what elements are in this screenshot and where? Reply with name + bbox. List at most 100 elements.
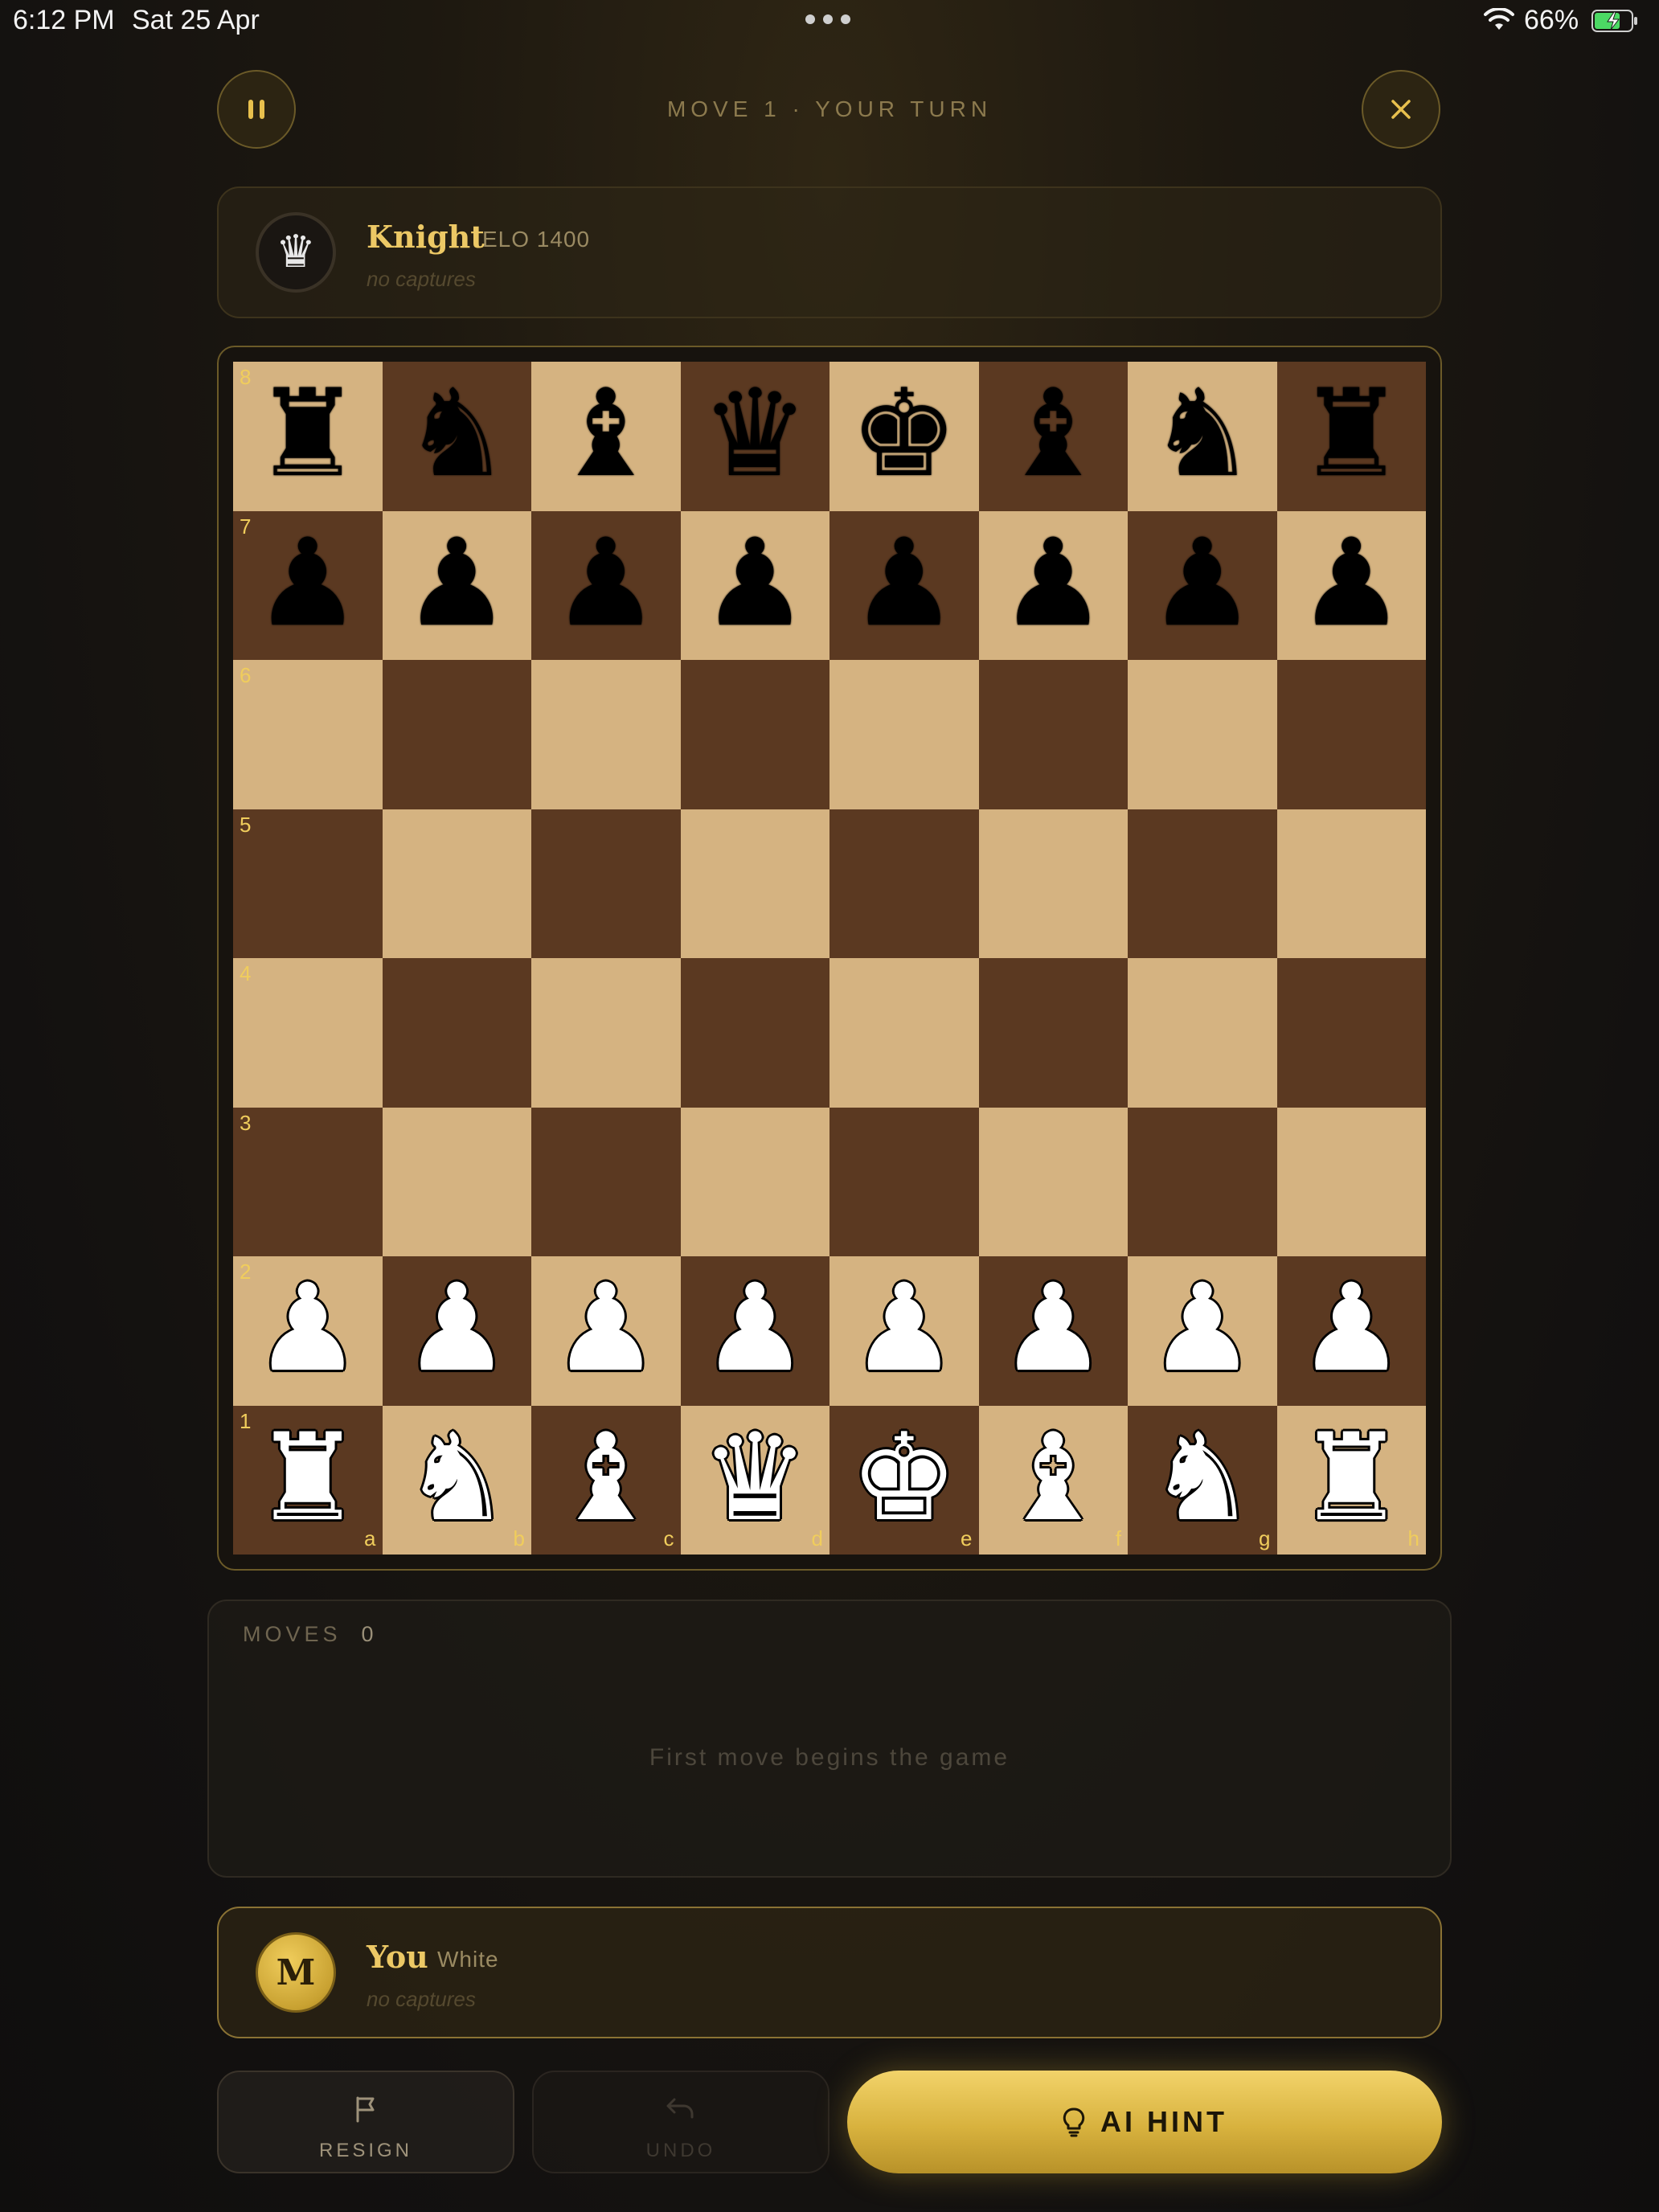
black-rook-icon[interactable]: ♜ bbox=[1277, 362, 1427, 511]
square-a5[interactable]: 5 bbox=[233, 809, 383, 958]
square-c8[interactable]: ♝ bbox=[531, 362, 681, 511]
square-c7[interactable]: ♟ bbox=[531, 510, 681, 661]
square-e2[interactable]: ♟ bbox=[830, 1256, 979, 1406]
square-a1[interactable]: 1 a ♜ bbox=[233, 1405, 383, 1555]
square-g7[interactable]: ♟ bbox=[1128, 510, 1277, 661]
square-g6[interactable] bbox=[1128, 660, 1277, 809]
square-b5[interactable] bbox=[382, 809, 531, 958]
square-c3[interactable] bbox=[531, 1107, 681, 1256]
square-f7[interactable]: ♟ bbox=[978, 510, 1129, 661]
square-c4[interactable] bbox=[531, 958, 681, 1108]
square-b7[interactable]: ♟ bbox=[382, 510, 532, 661]
white-pawn-icon[interactable]: ♟ bbox=[1128, 1256, 1277, 1406]
square-f4[interactable] bbox=[978, 958, 1128, 1108]
square-b8[interactable]: ♞ bbox=[382, 362, 531, 511]
square-e7[interactable]: ♟ bbox=[830, 510, 979, 661]
square-h8[interactable]: ♜ bbox=[1276, 362, 1427, 511]
square-b3[interactable] bbox=[382, 1107, 531, 1256]
white-knight-icon[interactable]: ♞ bbox=[383, 1406, 532, 1555]
square-b1[interactable]: b ♞ bbox=[382, 1405, 532, 1555]
square-e3[interactable] bbox=[830, 1107, 979, 1256]
square-f6[interactable] bbox=[978, 660, 1128, 809]
white-pawn-icon[interactable]: ♟ bbox=[1277, 1256, 1427, 1406]
square-g2[interactable]: ♟ bbox=[1128, 1256, 1277, 1406]
black-pawn-icon[interactable]: ♟ bbox=[383, 511, 532, 661]
square-a3[interactable]: 3 bbox=[233, 1107, 383, 1256]
white-rook-icon[interactable]: ♜ bbox=[233, 1406, 383, 1555]
square-h2[interactable]: ♟ bbox=[1276, 1256, 1427, 1406]
square-e4[interactable] bbox=[830, 958, 979, 1108]
square-c5[interactable] bbox=[531, 809, 681, 958]
black-king-icon[interactable]: ♚ bbox=[830, 362, 979, 511]
square-h4[interactable] bbox=[1276, 958, 1426, 1108]
square-g8[interactable]: ♞ bbox=[1128, 362, 1277, 511]
square-e5[interactable] bbox=[830, 809, 979, 958]
square-c1[interactable]: c ♝ bbox=[531, 1405, 681, 1555]
square-g1[interactable]: g ♞ bbox=[1128, 1405, 1277, 1555]
black-pawn-icon[interactable]: ♟ bbox=[531, 511, 681, 661]
black-knight-icon[interactable]: ♞ bbox=[1128, 362, 1277, 511]
resign-button[interactable]: RESIGN bbox=[217, 2071, 514, 2173]
square-b6[interactable] bbox=[382, 660, 531, 809]
white-king-icon[interactable]: ♚ bbox=[830, 1406, 979, 1555]
square-d5[interactable] bbox=[680, 809, 830, 958]
square-d1[interactable]: d ♛ bbox=[680, 1405, 830, 1555]
white-pawn-icon[interactable]: ♟ bbox=[979, 1256, 1129, 1406]
ai-hint-button[interactable]: AI HINT bbox=[847, 2071, 1442, 2173]
square-f1[interactable]: f ♝ bbox=[978, 1405, 1129, 1555]
square-h5[interactable] bbox=[1276, 809, 1426, 958]
black-pawn-icon[interactable]: ♟ bbox=[1128, 511, 1277, 661]
undo-button[interactable]: UNDO bbox=[532, 2071, 830, 2173]
square-c2[interactable]: ♟ bbox=[531, 1256, 681, 1406]
white-queen-icon[interactable]: ♛ bbox=[681, 1406, 830, 1555]
square-b2[interactable]: ♟ bbox=[382, 1256, 532, 1406]
square-g4[interactable] bbox=[1128, 958, 1277, 1108]
black-pawn-icon[interactable]: ♟ bbox=[681, 511, 830, 661]
white-pawn-icon[interactable]: ♟ bbox=[830, 1256, 979, 1406]
chess-board[interactable]: 8 ♜ ♞ ♝ ♛ ♚ ♝ ♞ ♜ 7 ♟ ♟ ♟ ♟ ♟ ♟ ♟ ♟ 6 5 4 3 2 ♟ ♟ ♟ ♟ ♟ ♟ ♟ ♟ 1 a ♜ b ♞ c ♝ d ♛… bbox=[233, 362, 1426, 1555]
black-pawn-icon[interactable]: ♟ bbox=[1277, 511, 1427, 661]
white-pawn-icon[interactable]: ♟ bbox=[531, 1256, 681, 1406]
square-f2[interactable]: ♟ bbox=[978, 1256, 1129, 1406]
black-bishop-icon[interactable]: ♝ bbox=[979, 362, 1129, 511]
square-h3[interactable] bbox=[1276, 1107, 1426, 1256]
black-pawn-icon[interactable]: ♟ bbox=[830, 511, 979, 661]
square-d7[interactable]: ♟ bbox=[680, 510, 830, 661]
square-d6[interactable] bbox=[680, 660, 830, 809]
square-f8[interactable]: ♝ bbox=[978, 362, 1129, 511]
black-pawn-icon[interactable]: ♟ bbox=[979, 511, 1129, 661]
square-e8[interactable]: ♚ bbox=[830, 362, 979, 511]
square-d2[interactable]: ♟ bbox=[680, 1256, 830, 1406]
square-a7[interactable]: 7 ♟ bbox=[233, 510, 383, 661]
square-d4[interactable] bbox=[680, 958, 830, 1108]
black-pawn-icon[interactable]: ♟ bbox=[233, 511, 383, 661]
square-f5[interactable] bbox=[978, 809, 1128, 958]
square-h7[interactable]: ♟ bbox=[1276, 510, 1427, 661]
black-bishop-icon[interactable]: ♝ bbox=[531, 362, 681, 511]
white-pawn-icon[interactable]: ♟ bbox=[681, 1256, 830, 1406]
square-a2[interactable]: 2 ♟ bbox=[233, 1256, 383, 1406]
square-g3[interactable] bbox=[1128, 1107, 1277, 1256]
square-a6[interactable]: 6 bbox=[233, 660, 383, 809]
white-bishop-icon[interactable]: ♝ bbox=[531, 1406, 681, 1555]
square-a8[interactable]: 8 ♜ bbox=[233, 362, 383, 511]
square-e1[interactable]: e ♚ bbox=[830, 1405, 979, 1555]
square-b4[interactable] bbox=[382, 958, 531, 1108]
square-h6[interactable] bbox=[1276, 660, 1426, 809]
white-knight-icon[interactable]: ♞ bbox=[1128, 1406, 1277, 1555]
square-h1[interactable]: h ♜ bbox=[1276, 1405, 1427, 1555]
square-a4[interactable]: 4 bbox=[233, 958, 383, 1108]
multitasking-dots-icon[interactable] bbox=[805, 14, 854, 26]
square-c6[interactable] bbox=[531, 660, 681, 809]
close-button[interactable] bbox=[1362, 70, 1440, 149]
white-pawn-icon[interactable]: ♟ bbox=[383, 1256, 532, 1406]
black-rook-icon[interactable]: ♜ bbox=[233, 362, 383, 511]
black-queen-icon[interactable]: ♛ bbox=[681, 362, 830, 511]
square-d3[interactable] bbox=[680, 1107, 830, 1256]
square-e6[interactable] bbox=[830, 660, 979, 809]
square-g5[interactable] bbox=[1128, 809, 1277, 958]
square-d8[interactable]: ♛ bbox=[680, 362, 830, 511]
white-bishop-icon[interactable]: ♝ bbox=[979, 1406, 1129, 1555]
square-f3[interactable] bbox=[978, 1107, 1128, 1256]
white-rook-icon[interactable]: ♜ bbox=[1277, 1406, 1427, 1555]
